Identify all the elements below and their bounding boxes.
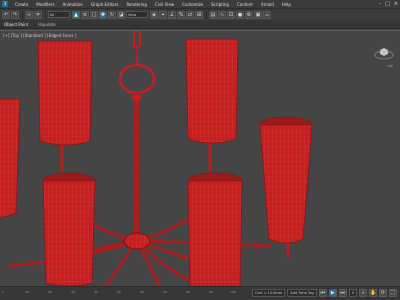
- status-controls: Grid = 10.0mm Add Time Tag ⏮ ▶ ⏭ 0 ⌕ ✋ ⟳…: [252, 289, 397, 297]
- app-logo-icon[interactable]: 3: [2, 1, 8, 7]
- menu-graph-editors[interactable]: Graph Editors: [87, 2, 122, 7]
- timeline-tick: 10: [25, 290, 29, 294]
- window-controls: – □ ×: [379, 1, 398, 7]
- menu-help[interactable]: Help: [278, 2, 295, 7]
- viewcube-label[interactable]: TOP: [387, 64, 393, 68]
- render-frame-icon[interactable]: ▣: [254, 10, 262, 19]
- status-bar: 0 10 20 30 40 50 60 70 80 90 100 Grid = …: [0, 286, 400, 300]
- timeline-tick: 60: [140, 290, 144, 294]
- menu-create[interactable]: Create: [11, 2, 32, 7]
- minimize-icon[interactable]: –: [379, 1, 382, 7]
- maximize-viewport-icon[interactable]: ⛶: [389, 289, 397, 297]
- close-icon[interactable]: ×: [394, 1, 398, 7]
- timeline-tick: 100: [230, 290, 236, 294]
- maximize-icon[interactable]: □: [385, 1, 390, 7]
- viewcube-icon[interactable]: [374, 45, 394, 61]
- main-toolbar: ↶ ↷ ∞ ≠ All ▲ ≡ □ ✥ ↻ ◪ View ◈ ⌖ ∠ % ⇄ ⊞…: [0, 9, 400, 20]
- menu-modifiers[interactable]: Modifiers: [32, 2, 58, 7]
- zoom-icon[interactable]: ⌕: [359, 289, 367, 297]
- add-time-tag-button[interactable]: Add Time Tag: [287, 289, 317, 297]
- scale-icon[interactable]: ◪: [117, 10, 125, 19]
- unlink-icon[interactable]: ≠: [34, 10, 42, 19]
- timeline-tick: 80: [186, 290, 190, 294]
- toolbar-divider: [45, 10, 46, 19]
- rotate-icon[interactable]: ↻: [108, 10, 116, 19]
- render-icon[interactable]: ☕: [263, 10, 271, 19]
- lamp-shade: [259, 116, 313, 257]
- menu-animation[interactable]: Animation: [59, 2, 87, 7]
- material-editor-icon[interactable]: ●: [236, 10, 244, 19]
- redo-icon[interactable]: ↷: [11, 10, 19, 19]
- grid-size-readout: Grid = 10.0mm: [252, 289, 286, 297]
- viewport-top[interactable]: [+] [Top ] [Standard ] [Edged Faces ] TO…: [0, 30, 400, 287]
- mirror-icon[interactable]: ⇄: [186, 10, 194, 19]
- chandelier-hub: [123, 232, 151, 250]
- toolbar-divider: [22, 10, 23, 19]
- timeline-tick: 40: [94, 290, 98, 294]
- snap-icon[interactable]: ⌖: [159, 10, 167, 19]
- timeline-tick: 90: [209, 290, 213, 294]
- selection-filter-dropdown[interactable]: All: [48, 11, 70, 18]
- angle-snap-icon[interactable]: ∠: [168, 10, 176, 19]
- menu-customize[interactable]: Customize: [178, 2, 207, 7]
- menu-content[interactable]: Content: [233, 2, 257, 7]
- timeline-tick: 0: [2, 290, 4, 294]
- lamp-shade: [0, 98, 21, 218]
- orbit-icon[interactable]: ⟳: [379, 289, 387, 297]
- menu-civil-view[interactable]: Civil View: [151, 2, 178, 7]
- go-to-start-icon[interactable]: ⏮: [318, 289, 327, 297]
- toolbar-divider: [206, 10, 207, 19]
- menu-bar: 3 Create Modifiers Animation Graph Edito…: [0, 0, 400, 9]
- undo-icon[interactable]: ↶: [2, 10, 10, 19]
- time-slider-ruler[interactable]: 0 10 20 30 40 50 60 70 80 90 100: [0, 290, 240, 294]
- menu-arnold[interactable]: Arnold: [257, 2, 278, 7]
- play-icon[interactable]: ▶: [328, 289, 337, 297]
- timeline-tick: 30: [71, 290, 75, 294]
- tab-populate[interactable]: Populate: [38, 22, 55, 27]
- percent-snap-icon[interactable]: %: [177, 10, 185, 19]
- region-select-icon[interactable]: □: [90, 10, 98, 19]
- central-stem: [132, 93, 141, 243]
- tab-object-paint[interactable]: Object Paint: [4, 22, 28, 27]
- pan-icon[interactable]: ✋: [369, 289, 377, 297]
- lamp-shade: [185, 38, 239, 171]
- lamp-shade: [187, 172, 243, 287]
- current-frame-field[interactable]: 0: [348, 289, 357, 297]
- timeline-tick: 70: [163, 290, 167, 294]
- lamp-shade: [42, 172, 96, 287]
- reference-coord-dropdown[interactable]: View: [126, 11, 148, 18]
- timeline-tick: 50: [117, 290, 121, 294]
- select-by-name-icon[interactable]: ≡: [81, 10, 89, 19]
- ribbon-bar: Object Paint Populate: [0, 20, 400, 29]
- hanging-chain: [118, 31, 156, 95]
- lamp-shade: [37, 40, 93, 171]
- select-icon[interactable]: ▲: [72, 10, 80, 19]
- timeline-tick: 20: [48, 290, 52, 294]
- go-to-end-icon[interactable]: ⏭: [338, 289, 347, 297]
- link-icon[interactable]: ∞: [25, 10, 33, 19]
- chandelier-model[interactable]: [0, 31, 400, 287]
- pivot-icon[interactable]: ◈: [150, 10, 158, 19]
- move-icon[interactable]: ✥: [99, 10, 107, 19]
- layer-icon[interactable]: ▤: [209, 10, 217, 19]
- align-icon[interactable]: ⊞: [195, 10, 203, 19]
- render-setup-icon[interactable]: ⚙: [245, 10, 253, 19]
- schematic-icon[interactable]: ⊡: [227, 10, 235, 19]
- menu-scripting[interactable]: Scripting: [207, 2, 233, 7]
- menu-rendering[interactable]: Rendering: [122, 2, 150, 7]
- curve-editor-icon[interactable]: ∿: [218, 10, 226, 19]
